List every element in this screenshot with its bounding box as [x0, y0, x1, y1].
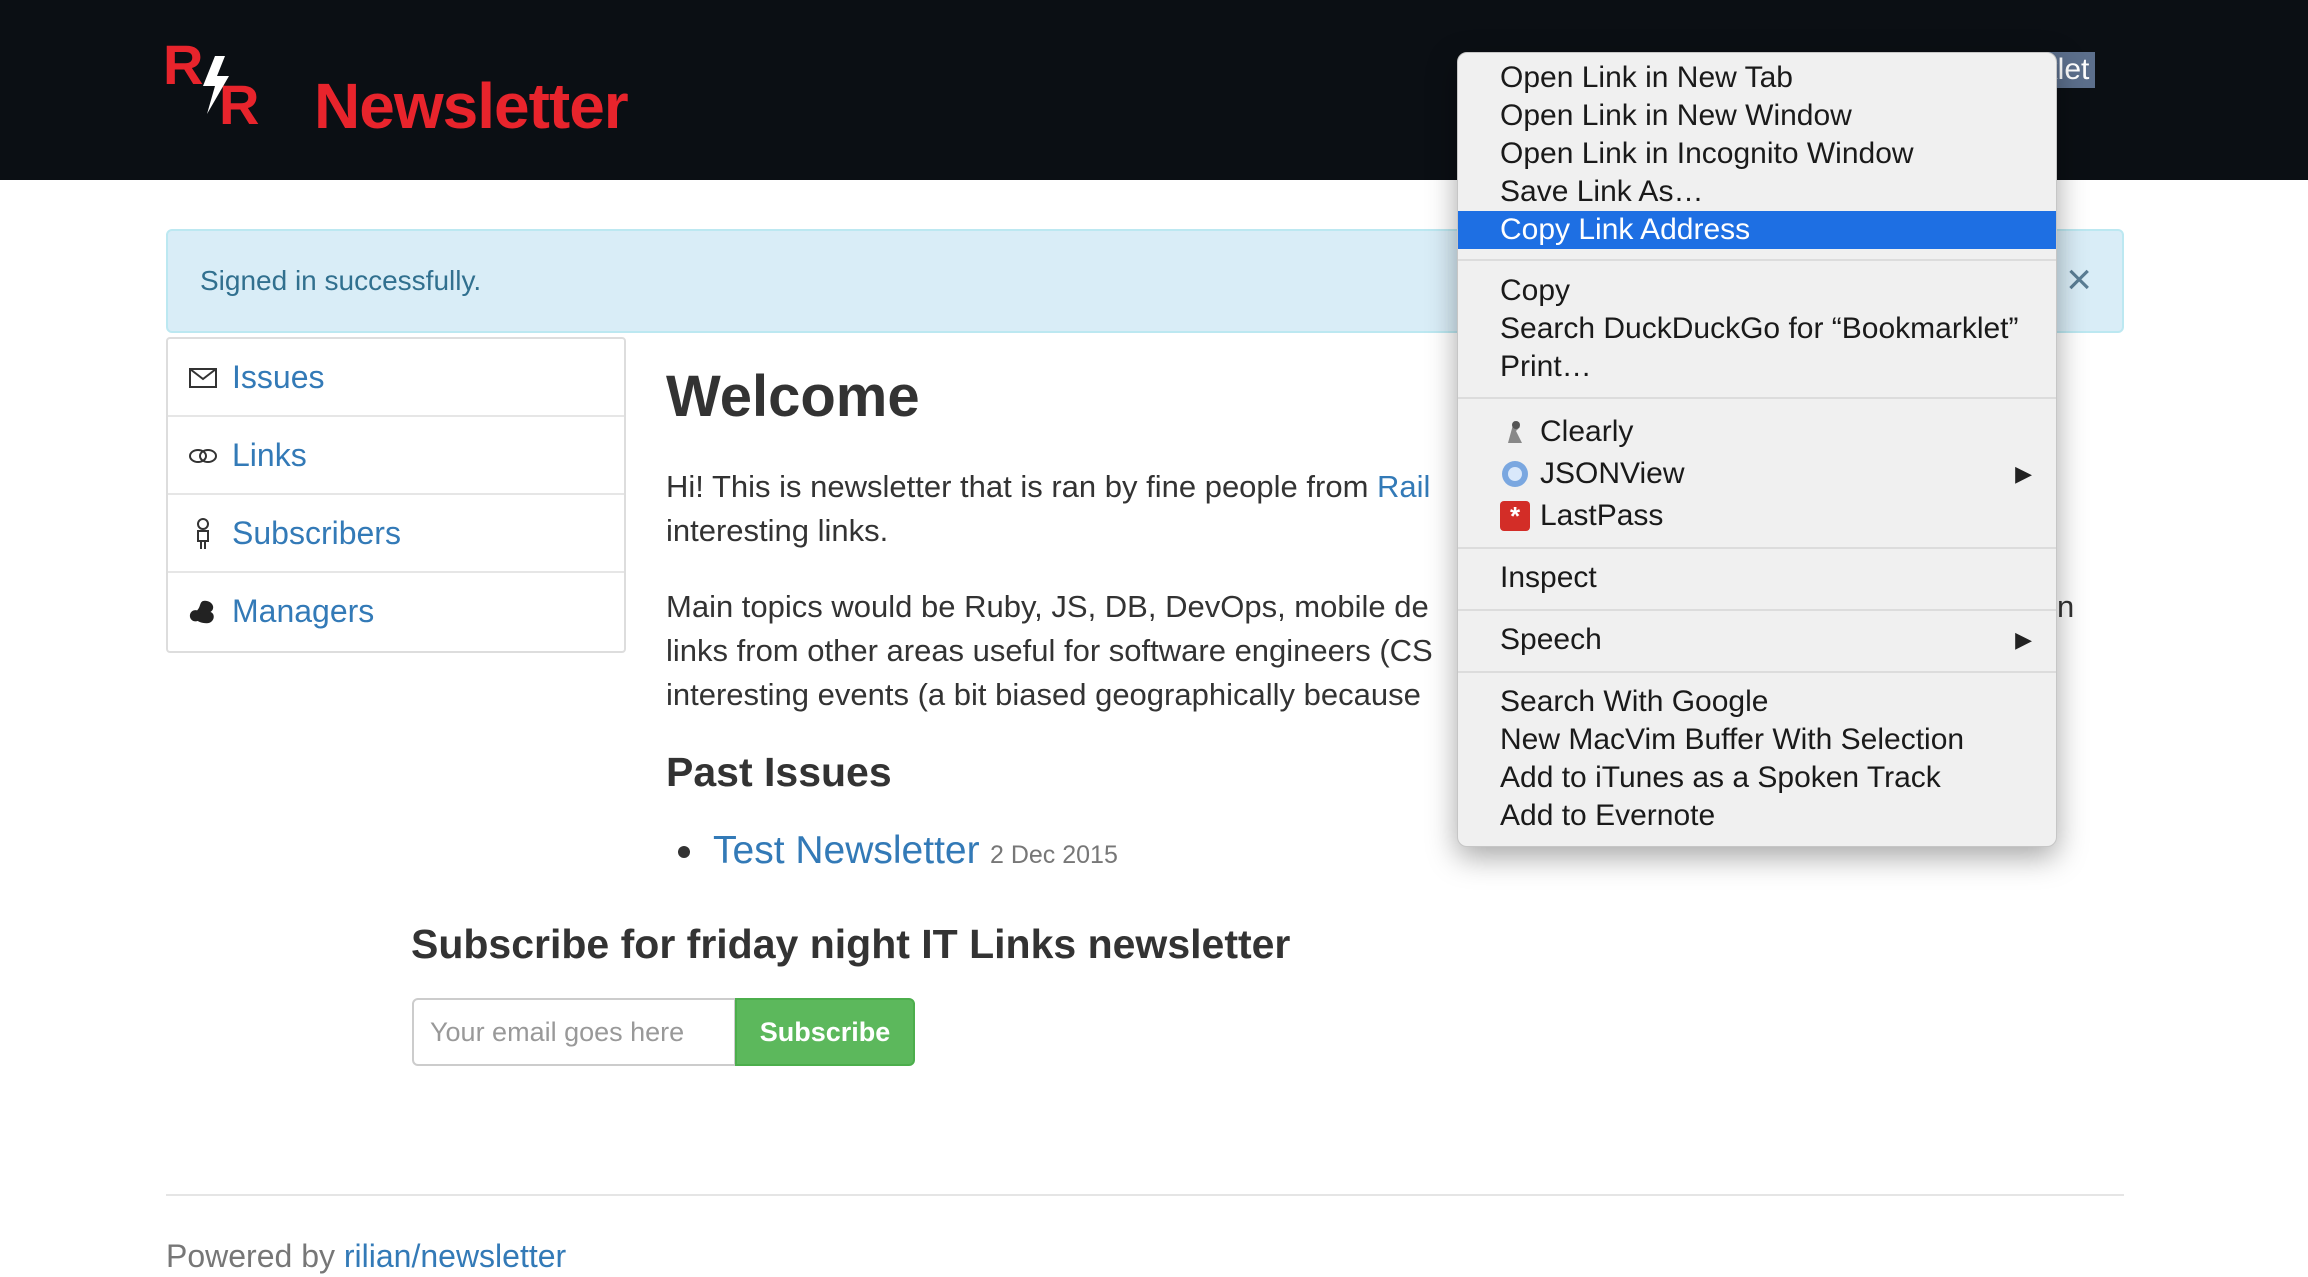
- sidebar-item-links[interactable]: Links: [168, 417, 624, 495]
- menu-separator: [1458, 259, 2056, 261]
- menu-item-speech[interactable]: Speech: [1458, 621, 2056, 659]
- menu-item-jsonview[interactable]: JSONView: [1458, 455, 2056, 493]
- submenu-arrow-icon: ▶: [2015, 627, 2032, 652]
- topics-line2: links from other areas useful for softwa…: [666, 633, 1433, 668]
- footer-text: Powered by: [166, 1238, 344, 1274]
- sidebar-item-issues[interactable]: Issues: [168, 339, 624, 417]
- page-title: Welcome: [666, 364, 920, 429]
- topics-line3: interesting events (a bit biased geograp…: [666, 677, 1421, 712]
- footer-repo-link[interactable]: rilian/newsletter: [344, 1238, 566, 1274]
- sidebar-item-label[interactable]: Subscribers: [232, 513, 401, 553]
- sidebar-item-managers[interactable]: Managers: [168, 573, 624, 651]
- person-icon: [188, 517, 218, 551]
- subscribe-button[interactable]: Subscribe: [735, 998, 915, 1066]
- menu-separator: [1458, 671, 2056, 673]
- intro-text-line2: interesting links.: [666, 513, 889, 548]
- menu-item-save-link-as[interactable]: Save Link As…: [1458, 173, 2056, 211]
- brand-title[interactable]: Newsletter: [314, 66, 629, 146]
- email-field[interactable]: [412, 998, 736, 1066]
- menu-item-open-new-tab[interactable]: Open Link in New Tab: [1458, 59, 2056, 97]
- alert-message: Signed in successfully.: [200, 265, 482, 296]
- envelope-icon: [188, 361, 218, 395]
- menu-item-copy[interactable]: Copy: [1458, 272, 2056, 310]
- menu-item-print[interactable]: Print…: [1458, 348, 2056, 386]
- context-menu: Open Link in New Tab Open Link in New Wi…: [1457, 52, 2057, 847]
- menu-separator: [1458, 547, 2056, 549]
- sidebar-item-label[interactable]: Links: [232, 435, 307, 475]
- footer-divider: [166, 1194, 2124, 1196]
- svg-text:*: *: [1510, 501, 1521, 531]
- menu-item-open-new-window[interactable]: Open Link in New Window: [1458, 97, 2056, 135]
- issue-link[interactable]: Test Newsletter: [713, 826, 980, 876]
- menu-item-search-google[interactable]: Search With Google: [1458, 683, 2056, 721]
- logo-icon[interactable]: R R: [163, 36, 275, 128]
- sidebar-item-label[interactable]: Issues: [232, 357, 324, 397]
- menu-item-macvim-buffer[interactable]: New MacVim Buffer With Selection: [1458, 721, 2056, 759]
- menu-item-search-duckduckgo[interactable]: Search DuckDuckGo for “Bookmarklet”: [1458, 310, 2056, 348]
- menu-item-evernote[interactable]: Add to Evernote: [1458, 797, 2056, 835]
- topics-tail: n: [2057, 589, 2075, 624]
- menu-separator: [1458, 397, 2056, 399]
- list-bullet: [678, 846, 690, 858]
- footer: Powered by rilian/newsletter: [166, 1236, 566, 1276]
- sidebar-item-label[interactable]: Managers: [232, 591, 374, 631]
- menu-item-inspect[interactable]: Inspect: [1458, 559, 2056, 597]
- jsonview-icon: [1500, 459, 1530, 489]
- menu-item-open-incognito[interactable]: Open Link in Incognito Window: [1458, 135, 2056, 173]
- sidebar-item-subscribers[interactable]: Subscribers: [168, 495, 624, 573]
- menu-separator: [1458, 609, 2056, 611]
- intro-text: Hi! This is newsletter that is ran by fi…: [666, 469, 1378, 504]
- menu-item-copy-link-address[interactable]: Copy Link Address: [1458, 211, 2056, 249]
- sidebar-nav: Issues Links Subscribers Managers: [166, 337, 626, 653]
- menu-item-lastpass[interactable]: LastPass: [1458, 497, 2056, 535]
- close-icon[interactable]: ×: [2066, 255, 2092, 305]
- past-issues-heading: Past Issues: [666, 749, 892, 795]
- link-icon: [188, 439, 218, 473]
- issue-date: 2 Dec 2015: [990, 841, 1118, 869]
- squirrel-icon: [188, 595, 218, 629]
- lastpass-icon: *: [1500, 501, 1530, 531]
- subscribe-heading: Subscribe for friday night IT Links news…: [411, 921, 1291, 967]
- intro-link[interactable]: Rail: [1377, 469, 1430, 504]
- menu-item-itunes-spoken-track[interactable]: Add to iTunes as a Spoken Track: [1458, 759, 2056, 797]
- clearly-icon: [1500, 417, 1530, 447]
- submenu-arrow-icon: ▶: [2015, 461, 2032, 486]
- topics-line1: Main topics would be Ruby, JS, DB, DevOp…: [666, 589, 1429, 624]
- svg-text:R: R: [163, 36, 203, 96]
- menu-item-clearly[interactable]: Clearly: [1458, 413, 2056, 451]
